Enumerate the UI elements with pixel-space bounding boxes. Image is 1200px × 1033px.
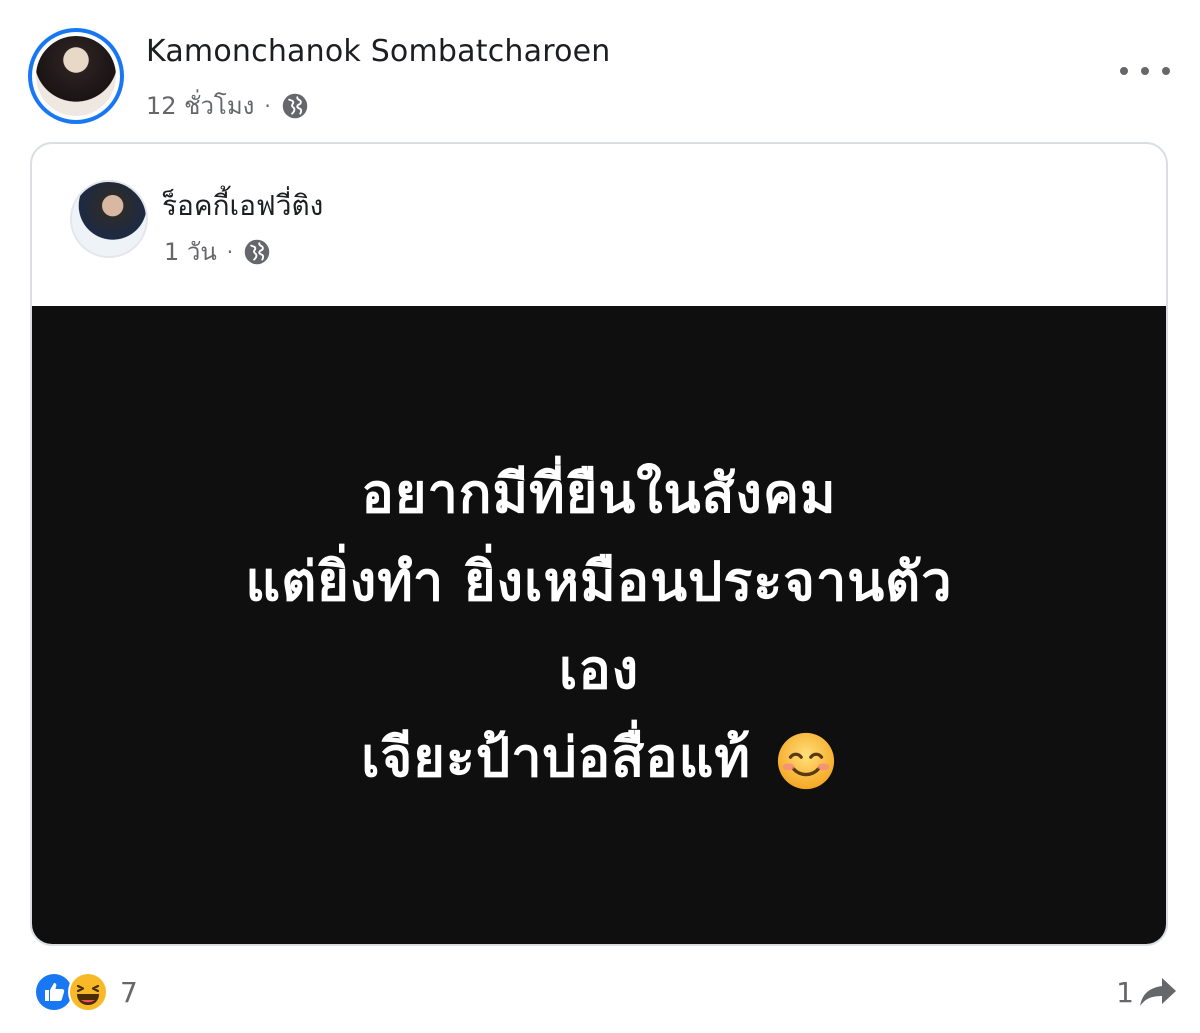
more-dot-icon (1120, 67, 1128, 75)
share-count: 1 (1116, 975, 1134, 1009)
shared-author-name[interactable]: ร็อคกี้เอฟวี่ติง (162, 184, 323, 228)
avatar-photo (36, 36, 116, 116)
post-text-line: เอง (558, 638, 640, 701)
shared-post-card[interactable]: ร็อคกี้เอฟวี่ติง 1 วัน · อยากมีที่ยืนในส… (30, 142, 1168, 946)
post-text-line: อยากมีที่ยืนในสังคม (361, 462, 837, 525)
shared-author-avatar[interactable] (70, 180, 148, 258)
more-dot-icon (1162, 67, 1170, 75)
reactions-summary[interactable]: 7 (34, 972, 138, 1012)
avatar-border (32, 32, 120, 120)
text-background-panel: อยากมีที่ยืนในสังคม แต่ยิ่งทำ ยิ่งเหมือน… (32, 306, 1166, 944)
post-text-line-with-emoji: เจียะป้าบ่อสื่อแท้ (361, 714, 837, 802)
more-dot-icon (1141, 67, 1149, 75)
haha-icon (68, 972, 108, 1012)
meta-separator: · (264, 93, 271, 118)
smiling-face-icon (777, 733, 834, 790)
share-summary[interactable]: 1 (1116, 974, 1178, 1010)
globe-icon[interactable] (243, 238, 271, 266)
post-text-line: เจียะป้าบ่อสื่อแท้ (361, 726, 752, 789)
post-footer: 7 1 (0, 960, 1200, 1030)
post-text-line: แต่ยิ่งทำ ยิ่งเหมือนประจานตัว (245, 550, 953, 613)
post-header: Kamonchanok Sombatcharoen 12 ชั่วโมง · (0, 0, 1200, 140)
author-avatar[interactable] (28, 28, 124, 124)
shared-post-timestamp[interactable]: 1 วัน (164, 232, 217, 271)
share-arrow-icon (1140, 978, 1176, 1006)
reaction-count: 7 (120, 975, 138, 1009)
more-options-button[interactable] (1120, 56, 1170, 86)
post-meta: 12 ชั่วโมง · (146, 86, 309, 125)
post-timestamp[interactable]: 12 ชั่วโมง (146, 86, 254, 125)
meta-separator: · (226, 239, 234, 264)
globe-icon[interactable] (281, 92, 309, 120)
shared-post-meta: 1 วัน · (164, 232, 271, 271)
author-name[interactable]: Kamonchanok Sombatcharoen (146, 34, 611, 69)
